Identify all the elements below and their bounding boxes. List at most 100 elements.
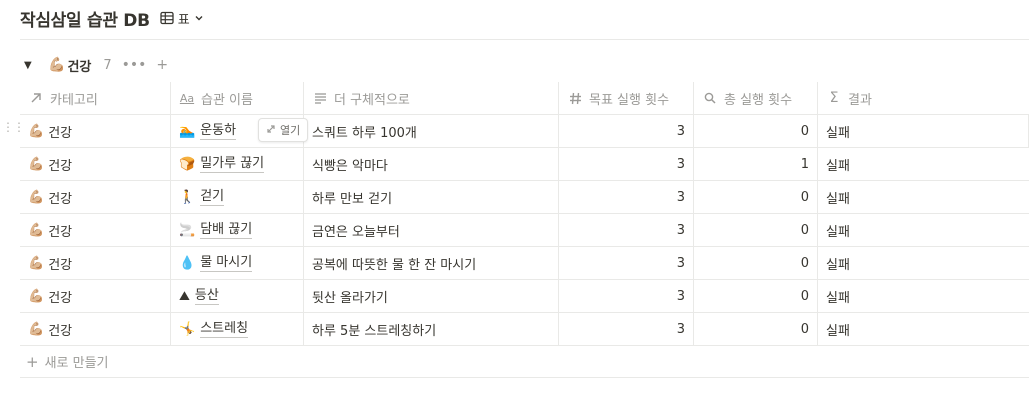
habit-name[interactable]: 운동하 xyxy=(200,123,237,140)
category-cell[interactable]: 💪🏼 건강 xyxy=(20,115,171,147)
flexed-biceps-icon: 💪🏼 xyxy=(28,321,45,337)
detail-cell[interactable]: 하루 만보 걷기 xyxy=(304,181,559,213)
habit-name-cell[interactable]: 🤸 스트레칭 xyxy=(171,313,304,345)
flexed-biceps-icon: 💪🏼 xyxy=(28,255,45,271)
table-row[interactable]: 💪🏼 건강 🍞 밀가루 끊기 식빵은 악마다 3 1 실패 xyxy=(20,148,1029,181)
database-table: 카테고리 Aa 습관 이름 더 구체적으로 목표 실행 횟수 총 실행 횟수 Σ… xyxy=(2,82,1029,378)
column-header-detail[interactable]: 더 구체적으로 xyxy=(304,82,559,114)
total-count-cell[interactable]: 0 xyxy=(694,247,818,279)
flexed-biceps-icon: 💪🏼 xyxy=(48,57,66,73)
walking-person-icon: 🚶 xyxy=(179,189,196,205)
table-row[interactable]: ⋮⋮ 💪🏼 건강 🏊 운동하 스쿼트 하루 100개 3 0 실패 열기 xyxy=(2,115,1029,148)
habit-name-cell[interactable]: 🍞 밀가루 끊기 xyxy=(171,148,304,180)
plus-icon: + xyxy=(26,352,39,371)
flexed-biceps-icon: 💪🏼 xyxy=(28,123,45,139)
habit-name-cell[interactable]: ⛰ 등산 xyxy=(171,280,304,312)
category-cell[interactable]: 💪🏼 건강 xyxy=(20,280,171,312)
category-tag: 건강 xyxy=(48,158,73,174)
flexed-biceps-icon: 💪🏼 xyxy=(28,189,45,205)
habit-name-cell[interactable]: 🚬 담배 끊기 xyxy=(171,214,304,246)
detail-cell[interactable]: 하루 5분 스트레칭하기 xyxy=(304,313,559,345)
table-row[interactable]: 💪🏼 건강 🚶 걷기 하루 만보 걷기 3 0 실패 xyxy=(20,181,1029,214)
goal-count-cell[interactable]: 3 xyxy=(559,247,694,279)
detail-cell[interactable]: 금연은 오늘부터 xyxy=(304,214,559,246)
habit-name[interactable]: 물 마시기 xyxy=(200,255,253,272)
table-row[interactable]: 💪🏼 건강 🤸 스트레칭 하루 5분 스트레칭하기 3 0 실패 xyxy=(20,313,1029,346)
habit-name-cell[interactable]: 💧 물 마시기 xyxy=(171,247,304,279)
column-header-result[interactable]: Σ 결과 xyxy=(818,82,1029,114)
view-switcher[interactable]: 표 xyxy=(160,9,204,28)
category-cell[interactable]: 💪🏼 건강 xyxy=(20,313,171,345)
total-count-cell[interactable]: 0 xyxy=(694,214,818,246)
flexed-biceps-icon: 💪🏼 xyxy=(28,156,45,172)
column-header-label: 카테고리 xyxy=(50,92,98,108)
column-header-category[interactable]: 카테고리 xyxy=(20,82,171,114)
category-cell[interactable]: 💪🏼 건강 xyxy=(20,181,171,213)
detail-cell[interactable]: 뒷산 올라가기 xyxy=(304,280,559,312)
chevron-down-icon xyxy=(194,13,204,23)
database-title[interactable]: 작심삼일 습관 DB xyxy=(20,6,150,31)
category-cell[interactable]: 💪🏼 건강 xyxy=(20,247,171,279)
detail-cell[interactable]: 식빵은 악마다 xyxy=(304,148,559,180)
habit-name[interactable]: 밀가루 끊기 xyxy=(200,156,265,173)
drag-handle-icon[interactable]: ⋮⋮ xyxy=(2,121,25,139)
group-count: 7 xyxy=(103,57,112,73)
column-header-label: 총 실행 횟수 xyxy=(724,92,793,108)
total-count-cell[interactable]: 0 xyxy=(694,280,818,312)
more-options-icon[interactable]: ••• xyxy=(122,57,147,73)
habit-name[interactable]: 등산 xyxy=(194,288,219,305)
category-cell[interactable]: 💪🏼 건강 xyxy=(20,148,171,180)
goal-count-cell[interactable]: 3 xyxy=(559,214,694,246)
column-header-goal[interactable]: 목표 실행 횟수 xyxy=(559,82,694,114)
habit-name-cell[interactable]: 🚶 걷기 xyxy=(171,181,304,213)
goal-count-cell[interactable]: 3 xyxy=(559,181,694,213)
result-cell: 실패 xyxy=(826,224,850,240)
detail-cell[interactable]: 공복에 따뜻한 물 한 잔 마시기 xyxy=(304,247,559,279)
view-label: 표 xyxy=(177,12,190,28)
table-header-row: 카테고리 Aa 습관 이름 더 구체적으로 목표 실행 횟수 총 실행 횟수 Σ… xyxy=(20,82,1029,115)
habit-name[interactable]: 걷기 xyxy=(200,189,225,206)
result-cell: 실패 xyxy=(826,257,850,273)
result-cell: 실패 xyxy=(826,158,850,174)
category-cell[interactable]: 💪🏼 건강 xyxy=(20,214,171,246)
expand-arrow-icon xyxy=(266,124,276,137)
column-header-label: 결과 xyxy=(848,92,872,108)
habit-name[interactable]: 스트레칭 xyxy=(200,321,249,338)
goal-count-cell[interactable]: 3 xyxy=(559,115,694,147)
table-view-icon xyxy=(160,11,174,25)
column-header-total[interactable]: 총 실행 횟수 xyxy=(694,82,818,114)
group-header: ▼ 💪🏼 건강 7 ••• + xyxy=(24,54,178,76)
bread-icon: 🍞 xyxy=(179,156,196,172)
total-count-cell[interactable]: 0 xyxy=(694,313,818,345)
result-cell: 실패 xyxy=(818,115,1029,147)
relation-arrow-icon xyxy=(28,92,44,104)
text-lines-icon xyxy=(312,92,328,104)
category-tag: 건강 xyxy=(48,224,73,240)
title-bar: 작심삼일 습관 DB 표 xyxy=(20,6,204,31)
total-count-cell[interactable]: 0 xyxy=(694,115,818,147)
detail-cell[interactable]: 스쿼트 하루 100개 xyxy=(304,115,559,147)
goal-count-cell[interactable]: 3 xyxy=(559,280,694,312)
toggle-triangle-icon[interactable]: ▼ xyxy=(24,60,38,71)
goal-count-cell[interactable]: 3 xyxy=(559,313,694,345)
column-header-label: 목표 실행 횟수 xyxy=(589,92,670,108)
new-row-label: 새로 만들기 xyxy=(44,356,109,371)
add-icon[interactable]: + xyxy=(156,57,168,73)
total-count-cell[interactable]: 0 xyxy=(694,181,818,213)
cartwheel-icon: 🤸 xyxy=(179,321,196,337)
category-tag: 건강 xyxy=(48,290,73,306)
flexed-biceps-icon: 💪🏼 xyxy=(28,222,45,238)
table-row[interactable]: 💪🏼 건강 🚬 담배 끊기 금연은 오늘부터 3 0 실패 xyxy=(20,214,1029,247)
open-page-button[interactable]: 열기 xyxy=(258,118,309,142)
table-row[interactable]: 💪🏼 건강 💧 물 마시기 공복에 따뜻한 물 한 잔 마시기 3 0 실패 xyxy=(20,247,1029,280)
table-row[interactable]: 💪🏼 건강 ⛰ 등산 뒷산 올라가기 3 0 실패 xyxy=(20,280,1029,313)
group-label: 건강 xyxy=(67,59,92,75)
habit-name[interactable]: 담배 끊기 xyxy=(200,222,253,239)
new-row-button[interactable]: + 새로 만들기 xyxy=(20,346,1029,378)
column-header-name[interactable]: Aa 습관 이름 xyxy=(171,82,304,114)
goal-count-cell[interactable]: 3 xyxy=(559,148,694,180)
total-count-cell[interactable]: 1 xyxy=(694,148,818,180)
result-cell: 실패 xyxy=(826,290,850,306)
number-hash-icon xyxy=(567,92,583,105)
category-tag: 건강 xyxy=(48,323,73,339)
